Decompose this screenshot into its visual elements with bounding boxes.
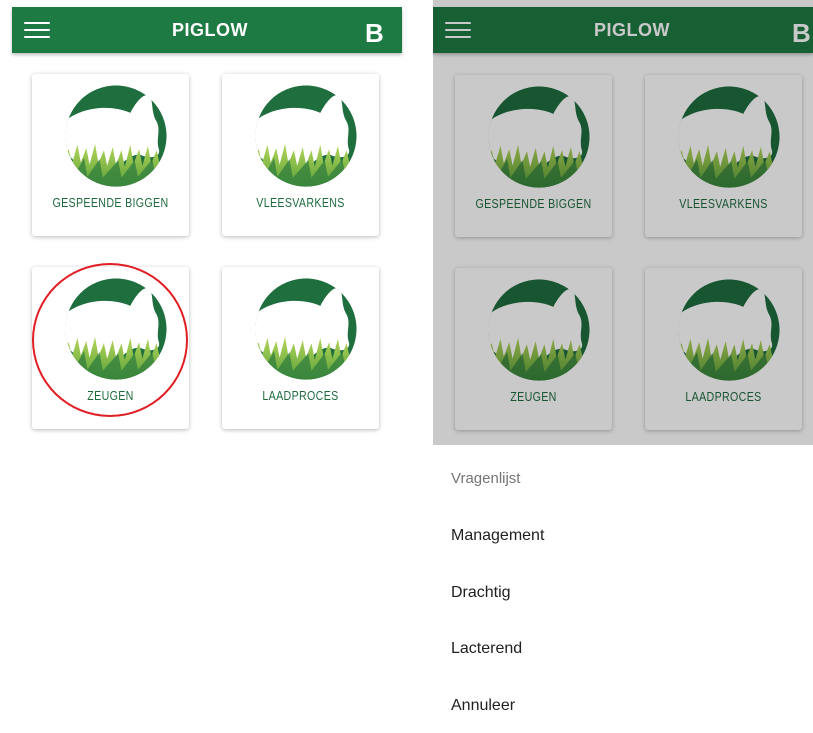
pig-logo-icon <box>251 274 361 384</box>
sheet-item-management[interactable]: Management <box>433 517 813 559</box>
questionnaire-bottom-sheet: Vragenlijst Management Drachtig Lacteren… <box>433 445 813 733</box>
hamburger-icon[interactable] <box>24 22 50 39</box>
sheet-item-label: Management <box>451 527 545 544</box>
category-card-vleesvarkens[interactable]: VLEESVARKENS <box>222 74 379 236</box>
sheet-item-drachtig[interactable]: Drachtig <box>433 574 813 616</box>
sheet-item-label: Drachtig <box>451 584 511 601</box>
app-bar: PIGLOW B <box>12 7 402 53</box>
sheet-item-label: Lacterend <box>451 640 523 657</box>
modal-scrim[interactable] <box>433 0 813 445</box>
pig-logo-icon <box>61 274 171 384</box>
sheet-title: Vragenlijst <box>451 470 521 487</box>
category-card-laadproces[interactable]: LAADPROCES <box>222 267 379 429</box>
category-card-zeugen[interactable]: ZEUGEN <box>32 267 189 429</box>
brand-logo: B <box>365 18 384 48</box>
category-card-label: ZEUGEN <box>87 388 134 403</box>
category-card-label: LAADPROCES <box>262 388 339 403</box>
home-screen: PIGLOW B GESPEENDE BIGGEN VLEESVARKENS Z… <box>0 0 413 733</box>
sheet-item-annuleer[interactable]: Annuleer <box>433 687 813 729</box>
category-card-label: VLEESVARKENS <box>256 195 345 210</box>
category-card-label: GESPEENDE BIGGEN <box>52 195 169 210</box>
sheet-item-label: Annuleer <box>451 697 516 714</box>
questionnaire-screen: GESPEENDE BIGGEN VLEESVARKENS ZEUGEN LAA… <box>433 0 813 733</box>
pig-logo-icon <box>61 81 171 191</box>
category-card-gespeende-biggen[interactable]: GESPEENDE BIGGEN <box>32 74 189 236</box>
pig-logo-icon <box>251 81 361 191</box>
sheet-item-lacterend[interactable]: Lacterend <box>433 630 813 672</box>
app-title: PIGLOW <box>172 20 248 40</box>
